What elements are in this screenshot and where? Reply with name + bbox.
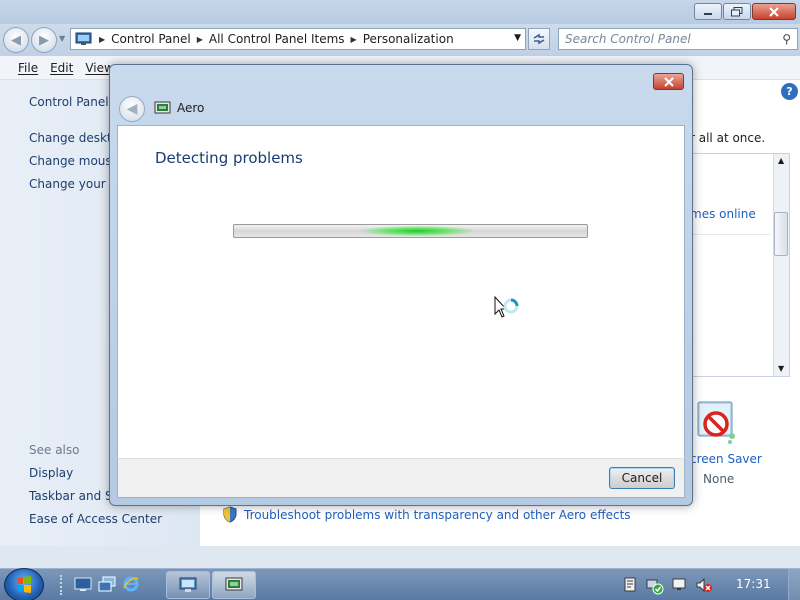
- back-arrow-icon: ◀: [11, 32, 21, 48]
- breadcrumb-control-panel[interactable]: Control Panel: [111, 32, 191, 46]
- taskbar-grip-icon: [60, 575, 64, 595]
- screen-saver-icon[interactable]: [694, 398, 738, 446]
- control-panel-icon: [75, 32, 92, 45]
- breadcrumb-separator-icon: ▶: [99, 34, 106, 44]
- change-mouse-pointers-link[interactable]: Change mouse: [29, 154, 119, 168]
- menu-file[interactable]: File: [18, 61, 38, 75]
- troubleshooter-icon: [225, 577, 243, 591]
- menu-edit[interactable]: Edit: [50, 61, 73, 75]
- busy-cursor-icon: [494, 296, 519, 318]
- shield-icon: [223, 506, 237, 523]
- troubleshooter-icon: [154, 101, 171, 114]
- address-dropdown-icon[interactable]: ▼: [514, 33, 521, 43]
- scroll-up-icon[interactable]: ▲: [778, 156, 784, 165]
- dialog-back-button[interactable]: ◀: [119, 96, 145, 122]
- breadcrumb-personalization[interactable]: Personalization: [363, 32, 454, 46]
- change-account-picture-link[interactable]: Change your a: [29, 177, 117, 191]
- speaker-muted-icon[interactable]: [695, 577, 713, 593]
- breadcrumb-separator-icon: ▶: [350, 34, 357, 44]
- screen-saver-value: None: [703, 472, 735, 486]
- dialog-content: Detecting problems: [117, 125, 685, 458]
- network-icon[interactable]: [646, 577, 664, 595]
- screen-saver-label[interactable]: creen Saver: [690, 452, 762, 466]
- window-switcher-icon[interactable]: [98, 575, 116, 593]
- recent-pages-chevron-icon[interactable]: ▼: [59, 34, 65, 43]
- dialog-close-button[interactable]: [653, 73, 684, 90]
- cancel-button[interactable]: Cancel: [609, 467, 675, 489]
- get-more-themes-online-link[interactable]: mes online: [690, 207, 756, 221]
- refresh-button[interactable]: [528, 28, 550, 50]
- close-icon: [663, 76, 674, 87]
- address-row: ◀ ▶ ▼ ▶ Control Panel ▶ All Control Pane…: [0, 24, 800, 56]
- minimize-button[interactable]: [694, 3, 722, 20]
- theme-divider: [690, 234, 770, 235]
- see-also-title: See also: [29, 443, 80, 457]
- search-placeholder: Search Control Panel: [565, 32, 691, 46]
- back-arrow-icon: ◀: [126, 101, 138, 117]
- taskbar-troubleshooter-button[interactable]: [212, 571, 256, 599]
- internet-explorer-icon[interactable]: [122, 575, 140, 593]
- dialog-title: Aero: [177, 101, 205, 115]
- control-panel-home-link[interactable]: Control Panel H: [29, 95, 121, 109]
- system-tray: [615, 569, 800, 600]
- close-icon: [769, 6, 779, 17]
- forward-arrow-icon: ▶: [39, 32, 49, 48]
- forward-button[interactable]: ▶: [31, 27, 57, 53]
- taskbar-control-panel-button[interactable]: [166, 571, 210, 599]
- show-desktop-button[interactable]: [788, 569, 800, 600]
- search-input[interactable]: Search Control Panel ⚲: [558, 28, 798, 50]
- theme-list-scrollbar[interactable]: ▲ ▼: [773, 154, 789, 376]
- action-center-flag-icon[interactable]: [623, 577, 637, 593]
- control-panel-icon: [179, 577, 197, 592]
- taskbar: 17:31: [0, 568, 800, 600]
- refresh-icon: [533, 33, 545, 45]
- restore-button[interactable]: [723, 3, 751, 20]
- dialog-heading: Detecting problems: [155, 149, 303, 167]
- see-also-display-link[interactable]: Display: [29, 466, 73, 480]
- window-controls: [694, 3, 796, 20]
- help-icon[interactable]: ?: [781, 83, 798, 100]
- taskbar-clock[interactable]: 17:31: [736, 577, 771, 591]
- display-tray-icon[interactable]: [671, 577, 689, 593]
- change-desktop-icons-link[interactable]: Change deskto: [29, 131, 119, 145]
- address-bar[interactable]: ▶ Control Panel ▶ All Control Panel Item…: [70, 28, 526, 50]
- progress-bar: [233, 224, 588, 238]
- search-icon[interactable]: ⚲: [782, 32, 791, 46]
- scrollbar-thumb[interactable]: [774, 212, 788, 256]
- start-button[interactable]: [4, 568, 44, 600]
- see-also-ease-of-access-link[interactable]: Ease of Access Center: [29, 512, 162, 526]
- breadcrumb-all-items[interactable]: All Control Panel Items: [209, 32, 345, 46]
- breadcrumb-separator-icon: ▶: [196, 34, 203, 44]
- show-desktop-icon[interactable]: [74, 575, 92, 593]
- troubleshoot-aero-link-row[interactable]: Troubleshoot problems with transparency …: [222, 506, 631, 523]
- see-also-taskbar-link[interactable]: Taskbar and St: [29, 489, 117, 503]
- dialog-footer: Cancel: [117, 458, 685, 498]
- restore-icon: [731, 6, 743, 16]
- theme-header-text: r all at once.: [690, 131, 766, 145]
- troubleshoot-aero-link[interactable]: Troubleshoot problems with transparency …: [244, 508, 631, 522]
- minimize-icon: [704, 12, 712, 15]
- troubleshooter-dialog: ◀ Aero Detecting problems Cancel: [109, 64, 693, 506]
- window-titlebar: [0, 0, 800, 24]
- back-button[interactable]: ◀: [3, 27, 29, 53]
- windows-start-icon: [17, 576, 31, 593]
- scroll-down-icon[interactable]: ▼: [778, 364, 784, 373]
- progress-bar-marquee: [362, 226, 472, 236]
- close-button[interactable]: [752, 3, 796, 20]
